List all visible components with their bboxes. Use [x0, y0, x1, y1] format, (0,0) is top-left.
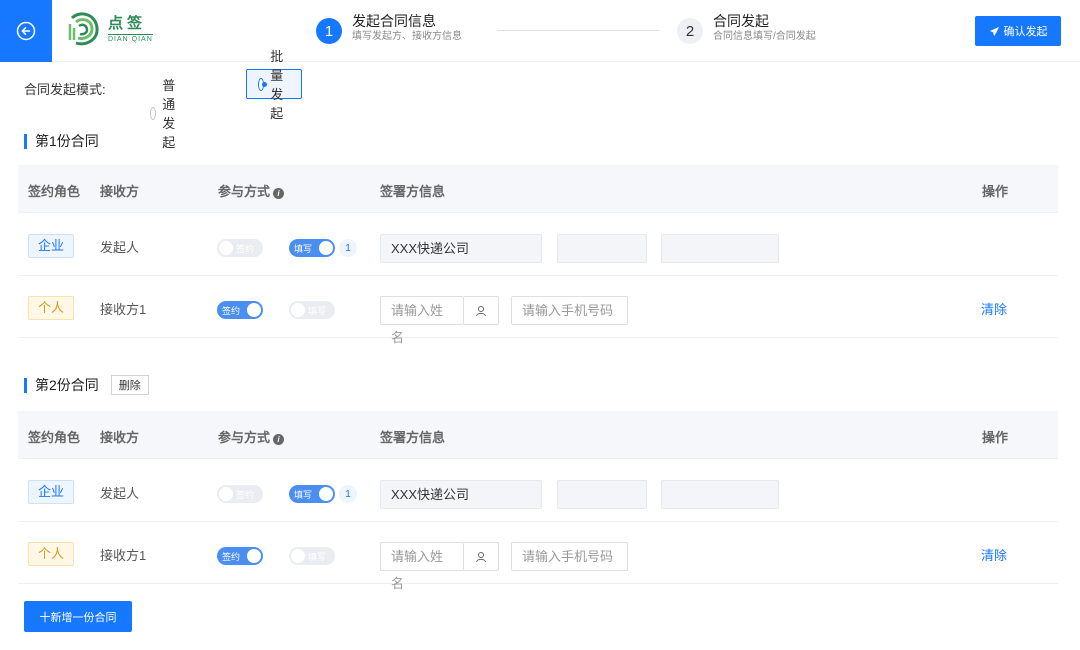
- radio-unchecked-icon: [150, 106, 157, 120]
- clear-link[interactable]: 清除: [981, 299, 1007, 318]
- th-role: 签约角色: [28, 184, 81, 199]
- section-accent-bar: [24, 377, 27, 393]
- step-1-title: 发起合同信息: [352, 13, 436, 29]
- info-icon[interactable]: i: [273, 434, 285, 445]
- contract-2-table-header: 签约角色 接收方 参与方式 i 签署方信息 操作: [18, 411, 1058, 459]
- fill-toggle-label: 填写: [308, 305, 327, 316]
- step-2-title: 合同发起: [713, 13, 769, 29]
- role-tag-company: 企业: [28, 234, 75, 258]
- info-icon[interactable]: i: [273, 188, 285, 199]
- clear-link[interactable]: 清除: [981, 545, 1007, 564]
- launch-mode-row: 合同发起模式: 普通发起 批量发起: [24, 49, 303, 150]
- back-button[interactable]: [0, 0, 52, 62]
- th-method: 参与方式 i: [218, 427, 285, 446]
- company-name-field: XXX快递公司: [380, 234, 542, 263]
- contract-1-title: 第1份合同: [24, 131, 99, 151]
- contract-2-title: 第2份合同 删除: [24, 375, 149, 395]
- confirm-submit-button[interactable]: 确认发起: [975, 16, 1061, 46]
- role-tag-person: 个人: [28, 542, 75, 566]
- radio-normal-label: 普通发起: [162, 78, 176, 150]
- sign-toggle-label: 签约: [222, 305, 241, 316]
- sign-toggle[interactable]: 签约: [217, 485, 263, 503]
- company-name-field: XXX快递公司: [380, 480, 542, 509]
- readonly-field: [557, 234, 647, 263]
- contract-2-title-text: 第2份合同: [35, 377, 99, 393]
- contract-1-table-header: 签约角色 接收方 参与方式 i 签署方信息 操作: [18, 165, 1058, 213]
- contract-1-title-text: 第1份合同: [35, 133, 99, 149]
- sign-toggle[interactable]: 签约: [217, 547, 263, 565]
- select-person-button[interactable]: [464, 542, 499, 571]
- radio-batch-launch[interactable]: 批量发起: [246, 49, 303, 121]
- select-person-button[interactable]: [464, 296, 499, 325]
- fill-toggle[interactable]: 填写: [289, 301, 335, 319]
- radio-batch-label: 批量发起: [270, 49, 284, 121]
- radio-checked-icon: [258, 77, 268, 91]
- add-contract-button[interactable]: 十新增一份合同: [24, 601, 132, 632]
- th-method-label: 参与方式: [218, 430, 271, 445]
- th-party: 接收方: [100, 430, 140, 445]
- step-2-subtitle: 合同信息填写/合同发起: [713, 31, 816, 42]
- arrow-left-circle-icon: [16, 21, 36, 41]
- step-1: 1 发起合同信息 填写发起方、接收方信息: [316, 12, 462, 44]
- th-action: 操作: [982, 430, 1009, 445]
- phone-input[interactable]: 请输入手机号码: [511, 296, 628, 325]
- section-accent-bar: [24, 133, 27, 149]
- table-row: 企业 发起人 签约 填写 1 XXX快递公司: [18, 214, 1058, 276]
- name-input[interactable]: 请输入姓名: [380, 296, 464, 345]
- sign-toggle[interactable]: 签约: [217, 239, 263, 257]
- party-name: 发起人: [100, 240, 140, 255]
- role-tag-company: 企业: [28, 480, 75, 504]
- sign-toggle-label: 签约: [236, 243, 255, 254]
- th-signer-info: 签署方信息: [380, 430, 446, 445]
- logo-text-en: DIAN QIAN: [108, 34, 153, 43]
- th-action: 操作: [982, 184, 1009, 199]
- step-1-number: 1: [316, 18, 342, 44]
- fill-toggle-label: 填写: [294, 489, 313, 500]
- sign-toggle-label: 签约: [222, 551, 241, 562]
- logo-text-cn: 点签: [108, 15, 147, 32]
- logo-mark-icon: [68, 12, 99, 46]
- th-signer-info: 签署方信息: [380, 184, 446, 199]
- user-icon: [476, 551, 486, 562]
- phone-input[interactable]: 请输入手机号码: [511, 542, 628, 571]
- table-row: 企业 发起人 签约 填写 1 XXX快递公司: [18, 460, 1058, 522]
- step-1-subtitle: 填写发起方、接收方信息: [352, 31, 462, 42]
- party-name: 接收方1: [100, 548, 147, 563]
- step-2: 2 合同发起 合同信息填写/合同发起: [677, 12, 816, 44]
- sign-toggle-label: 签约: [236, 489, 255, 500]
- delete-contract-button[interactable]: 删除: [110, 375, 149, 395]
- step-connector: [497, 30, 659, 31]
- th-method: 参与方式 i: [218, 181, 285, 200]
- table-row: 个人 接收方1 签约 填写 请输入姓名 请输入手机号码 清除: [18, 522, 1058, 591]
- sign-toggle[interactable]: 签约: [217, 301, 263, 319]
- top-header: 点签 DIAN QIAN 1 发起合同信息 填写发起方、接收方信息 2 合同发起…: [0, 0, 1080, 62]
- readonly-field: [557, 480, 647, 509]
- name-input[interactable]: 请输入姓名: [380, 542, 464, 591]
- fill-toggle[interactable]: 填写: [289, 485, 335, 503]
- count-badge: 1: [339, 485, 357, 503]
- party-name: 接收方1: [100, 302, 147, 317]
- table-row: 个人 接收方1 签约 填写 请输入姓名 请输入手机号码 清除: [18, 276, 1058, 345]
- th-method-label: 参与方式: [218, 184, 271, 199]
- count-badge: 1: [339, 239, 357, 257]
- send-icon: [989, 26, 999, 36]
- role-tag-person: 个人: [28, 296, 75, 320]
- fill-toggle-label: 填写: [308, 551, 327, 562]
- th-party: 接收方: [100, 184, 140, 199]
- step-2-number: 2: [677, 18, 703, 44]
- readonly-field: [661, 480, 779, 509]
- logo: 点签 DIAN QIAN: [66, 10, 153, 48]
- radio-normal-launch[interactable]: 普通发起: [150, 75, 182, 151]
- confirm-submit-label: 确认发起: [1003, 26, 1048, 38]
- fill-toggle[interactable]: 填写: [289, 547, 335, 565]
- fill-toggle[interactable]: 填写: [289, 239, 335, 257]
- th-role: 签约角色: [28, 430, 81, 445]
- launch-mode-label: 合同发起模式:: [24, 81, 106, 97]
- readonly-field: [661, 234, 779, 263]
- fill-toggle-label: 填写: [294, 243, 313, 254]
- user-icon: [476, 305, 486, 316]
- party-name: 发起人: [100, 486, 140, 501]
